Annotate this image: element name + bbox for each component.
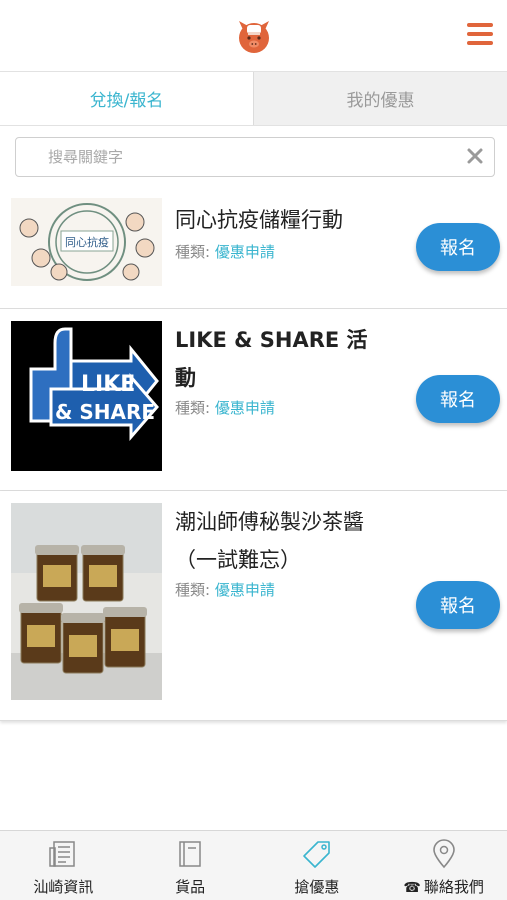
list-item[interactable]: LIKE & SHARE LIKE & SHARE 活動 種類: 優惠申請 報名	[0, 309, 507, 491]
nav-item-deals[interactable]: 搶優惠	[254, 831, 381, 900]
item-type-value[interactable]: 優惠申請	[215, 399, 275, 417]
pig-chef-logo-icon[interactable]	[236, 16, 272, 54]
item-type-label: 種類:	[175, 399, 211, 417]
nav-label: 汕崎資訊	[33, 878, 94, 896]
list-item[interactable]: 同心抗疫 同心抗疫儲糧行動 種類: 優惠申請 報名	[0, 186, 507, 309]
thumbnail-slogan: 同心抗疫	[65, 235, 109, 249]
signup-button[interactable]: 報名	[416, 375, 500, 423]
bottom-nav: 汕崎資訊 貨品 搶優惠 ☎ 聯絡我們	[0, 830, 507, 900]
hamburger-menu-icon[interactable]	[465, 20, 495, 50]
thumbnail-like-text: LIKE	[81, 372, 135, 397]
nav-label: 貨品	[175, 878, 206, 896]
book-icon	[179, 841, 201, 867]
nav-item-news[interactable]: 汕崎資訊	[0, 831, 127, 900]
item-title: 潮汕師傅秘製沙茶醬（一試難忘）	[175, 510, 364, 572]
search-input[interactable]	[48, 138, 448, 176]
tab-my-offers[interactable]: 我的優惠	[253, 72, 507, 125]
telephone-icon: ☎	[403, 880, 421, 896]
newspaper-icon	[49, 841, 76, 867]
item-title: LIKE & SHARE 活動	[175, 328, 368, 390]
app: 兌換/報名 我的優惠 同心抗疫	[0, 0, 507, 900]
signup-button[interactable]: 報名	[416, 581, 500, 629]
app-header	[0, 0, 507, 70]
nav-label: 聯絡我們	[423, 878, 484, 896]
item-type-value[interactable]: 優惠申請	[215, 581, 275, 599]
item-type: 種類: 優惠申請	[175, 397, 275, 418]
nav-label: 搶優惠	[294, 878, 340, 896]
item-type-label: 種類:	[175, 581, 211, 599]
item-type-value[interactable]: 優惠申請	[215, 243, 275, 261]
tag-icon	[303, 841, 330, 868]
item-thumbnail: LIKE & SHARE	[11, 321, 162, 471]
thumbnail-share-text: & SHARE	[55, 400, 155, 424]
nav-item-contact[interactable]: ☎ 聯絡我們	[380, 831, 507, 900]
item-type-label: 種類:	[175, 243, 211, 261]
nav-label-wrap: ☎ 聯絡我們	[403, 876, 483, 897]
clear-icon[interactable]	[466, 147, 484, 165]
list-item[interactable]: 潮汕師傅秘製沙茶醬（一試難忘） 種類: 優惠申請 報名	[0, 491, 507, 721]
nav-item-products[interactable]: 貨品	[127, 831, 254, 900]
location-pin-icon	[432, 839, 455, 869]
search-bar	[15, 137, 495, 177]
item-type: 種類: 優惠申請	[175, 579, 275, 600]
tab-redeem-signup[interactable]: 兌換/報名	[0, 72, 253, 125]
item-type: 種類: 優惠申請	[175, 241, 275, 262]
item-title: 同心抗疫儲糧行動	[175, 208, 343, 232]
item-thumbnail	[11, 503, 162, 700]
item-thumbnail: 同心抗疫	[11, 198, 162, 286]
signup-button[interactable]: 報名	[416, 223, 500, 271]
tab-bar: 兌換/報名 我的優惠	[0, 71, 507, 126]
